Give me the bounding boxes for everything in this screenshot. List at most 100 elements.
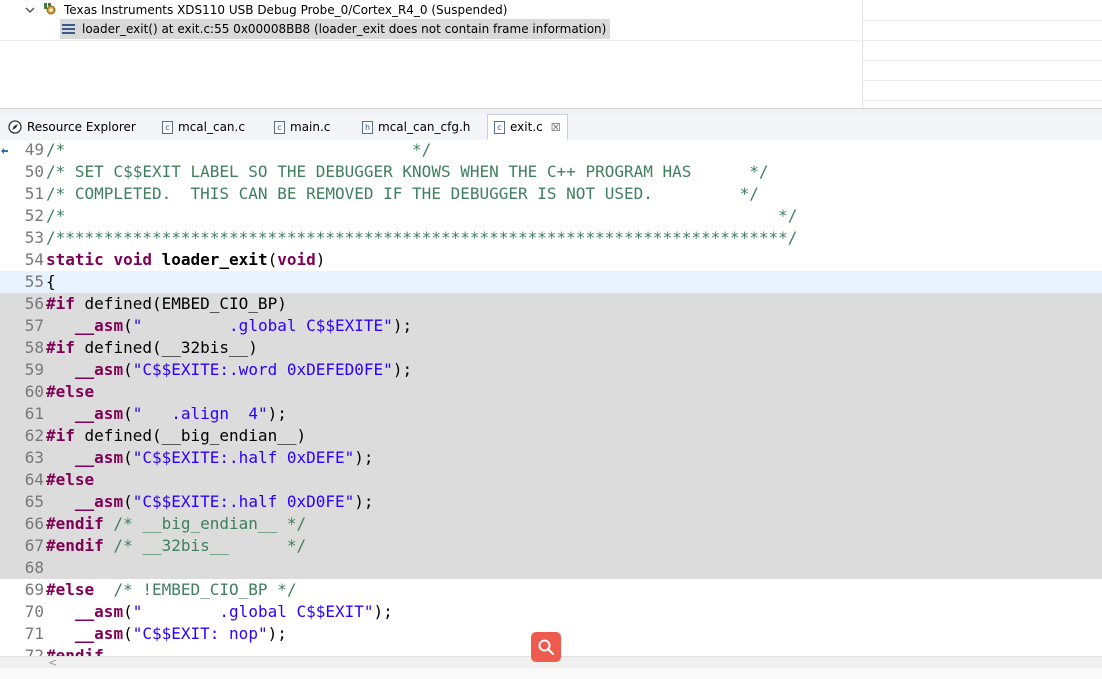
tab-exit-c[interactable]: c exit.c ☒ [487,114,568,140]
debug-view: Texas Instruments XDS110 USB Debug Probe… [0,0,860,108]
code-line[interactable]: 63 __asm("C$$EXITE:.half 0xDEFE"); [0,447,1102,469]
line-number: 66 [24,514,44,533]
code-token: loader_exit [161,250,268,269]
code-token: /* */ [46,140,432,159]
line-number: 60 [24,382,44,401]
code-line[interactable]: 60 #else [0,381,1102,403]
code-token: "C$$EXIT: nop" [132,624,268,643]
code-token: __asm [74,448,124,467]
code-token: "C$$EXITE:.half 0xD0FE" [132,492,355,511]
code-token: "C$$EXITE:.word 0xDEFED0FE" [132,360,393,379]
line-number: 62 [24,426,44,445]
code-line[interactable]: 51/* COMPLETED. THIS CAN BE REMOVED IF T… [0,183,1102,205]
c-file-icon: c [162,120,173,134]
line-number: 65 [24,492,44,511]
code-token: /* */ [46,206,798,225]
code-text: __asm("C$$EXITE:.half 0xD0FE"); [46,491,374,513]
code-token: /***************************************… [46,228,798,247]
line-number: 72 [24,646,44,656]
close-icon[interactable]: ☒ [551,121,561,134]
debug-target-row[interactable]: Texas Instruments XDS110 USB Debug Probe… [24,0,507,20]
code-line[interactable]: 67 #endif /* __32bis__ */ [0,535,1102,557]
code-token: /* __big_endian__ */ [103,514,307,533]
tab-resource-explorer[interactable]: Resource Explorer [2,115,142,139]
code-token: ( [123,404,133,423]
code-text: #if defined(__big_endian__) [46,425,306,447]
debug-side-panel [862,0,1102,108]
code-line[interactable]: 54 static void loader_exit(void) [0,249,1102,271]
code-token: ( [123,360,133,379]
code-token: ( [123,624,133,643]
chevron-down-icon[interactable] [24,4,36,16]
code-token: #else [46,580,95,599]
code-token: #endif [46,646,104,656]
tab-main-c[interactable]: c main.c [268,115,336,139]
code-line[interactable]: 53/*************************************… [0,227,1102,249]
code-line[interactable]: 57 __asm(" .global C$$EXITE"); [0,315,1102,337]
code-line[interactable]: 61 __asm(" .align 4"); [0,403,1102,425]
code-editor[interactable]: 49/* */50/* SET C$$EXIT LABEL SO THE DEB… [0,140,1102,656]
code-text: #else [46,381,94,403]
line-number: 56 [24,294,44,313]
code-line[interactable]: 49/* */ [0,140,1102,161]
code-line[interactable]: 58 #if defined(__32bis__) [0,337,1102,359]
search-button[interactable] [531,632,561,662]
code-text: #endif /* __big_endian__ */ [46,513,306,535]
code-text: { [46,271,56,293]
line-number: 59 [24,360,44,379]
line-number: 64 [24,470,44,489]
code-line[interactable]: 70 __asm(" .global C$$EXIT"); [0,601,1102,623]
code-token: void [113,250,152,269]
code-token: __asm [74,316,124,335]
code-line[interactable]: 59 __asm("C$$EXITE:.word 0xDEFED0FE"); [0,359,1102,381]
code-token: ); [267,404,287,423]
code-token: "C$$EXITE:.half 0xDEFE" [132,448,355,467]
code-token: ); [392,316,413,335]
line-number: 69 [24,580,44,599]
stack-frame-row[interactable]: loader_exit() at exit.c:55 0x00008BB8 (l… [60,19,611,39]
code-token: /* __32bis__ */ [103,536,307,555]
code-token: ( [123,492,133,511]
code-token: /* SET C$$EXIT LABEL SO THE DEBUGGER KNO… [46,162,769,181]
code-token: ( [123,316,133,335]
code-text: /* */ [46,205,797,227]
code-text: __asm("C$$EXIT: nop"); [46,623,287,645]
code-line[interactable]: 64 #else [0,469,1102,491]
code-token: void [277,250,316,269]
code-text: __asm("C$$EXITE:.half 0xDEFE"); [46,447,374,469]
code-token: { [46,272,56,291]
tab-label: exit.c [510,120,543,134]
resource-explorer-icon [8,120,22,134]
code-line[interactable]: 52/* */ [0,205,1102,227]
code-token: defined(EMBED_CIO_BP) [74,294,287,313]
code-line[interactable]: 69 #else /* !EMBED_CIO_BP */ [0,579,1102,601]
code-line[interactable]: 66 #endif /* __big_endian__ */ [0,513,1102,535]
line-number: 53 [24,228,44,247]
code-line[interactable]: 68 [0,557,1102,579]
search-icon [537,638,555,656]
code-token: static [46,250,104,269]
bottom-strip [0,668,1102,679]
code-token: ); [392,360,413,379]
line-number: 70 [24,602,44,621]
debug-target-label: Texas Instruments XDS110 USB Debug Probe… [64,3,508,17]
code-token: defined(__big_endian__) [74,426,307,445]
code-line[interactable]: 65 __asm("C$$EXITE:.half 0xD0FE"); [0,491,1102,513]
code-line[interactable]: 56 #if defined(EMBED_CIO_BP) [0,293,1102,315]
code-text: __asm("C$$EXITE:.word 0xDEFED0FE"); [46,359,412,381]
code-token: ); [354,492,374,511]
code-line[interactable]: 50/* SET C$$EXIT LABEL SO THE DEBUGGER K… [0,161,1102,183]
code-token: ); [373,602,393,621]
line-number: 63 [24,448,44,467]
code-line[interactable]: 55{ [0,271,1102,293]
code-line[interactable]: 62 #if defined(__big_endian__) [0,425,1102,447]
tab-mcal-can-cfg-h[interactable]: h mcal_can_cfg.h [356,115,476,139]
tab-mcal-can-c[interactable]: c mcal_can.c [156,115,251,139]
code-token: " .align 4" [132,404,268,423]
code-text: /* */ [46,140,431,161]
